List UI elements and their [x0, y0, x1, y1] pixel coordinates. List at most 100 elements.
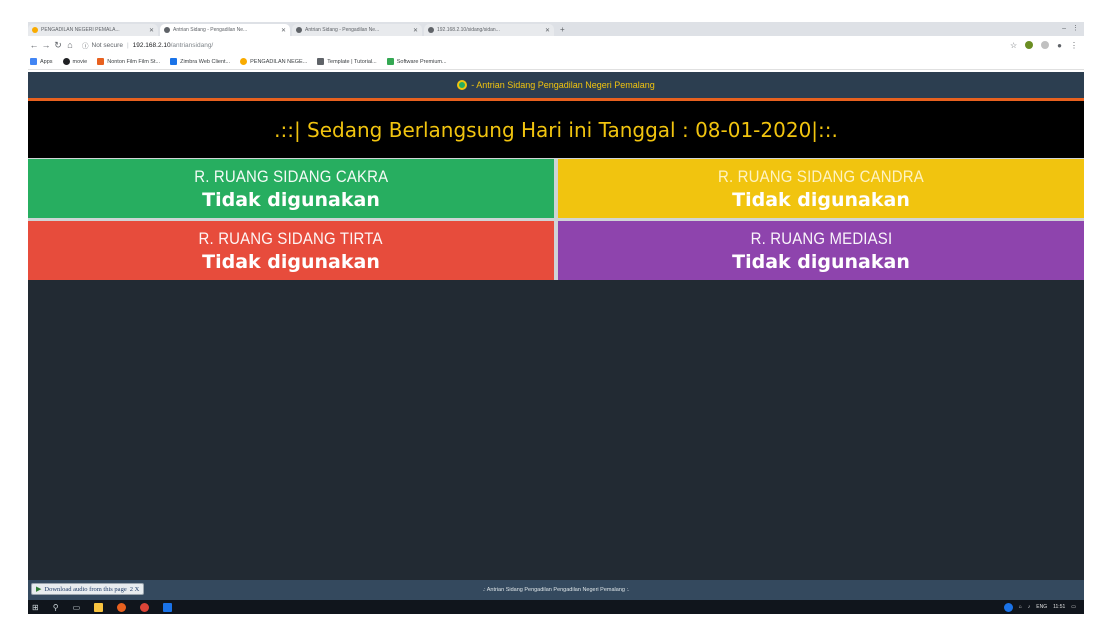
app-icon[interactable]: [163, 602, 173, 612]
volume-icon[interactable]: ♪: [1028, 604, 1031, 610]
close-tab-icon[interactable]: ✕: [281, 27, 286, 34]
date-banner: .::| Sedang Berlangsung Hari ini Tanggal…: [28, 101, 1084, 158]
menu-icon[interactable]: ⋮: [1070, 41, 1078, 50]
system-tray: ⌂ ♪ ENG 11:51 ▭: [1003, 602, 1084, 612]
bookmark-label: Apps: [40, 58, 53, 65]
bookmark-pengadilan[interactable]: PENGADILAN NEGE...: [240, 58, 307, 65]
url-path: /antriansidang/: [170, 41, 214, 49]
browser-tab-active[interactable]: Antrian Sidang - Pengadilan Ne... ✕: [160, 24, 290, 36]
minimize-icon[interactable]: –: [1062, 25, 1072, 32]
info-icon[interactable]: ⓘ: [82, 40, 89, 50]
drive-icon: [386, 58, 394, 65]
court-logo-icon: [457, 80, 468, 90]
reload-icon[interactable]: ↻: [52, 40, 64, 51]
room-status: Tidak digunakan: [202, 250, 380, 273]
url-separator: |: [126, 41, 129, 49]
bookmark-label: Template | Tutorial...: [327, 58, 377, 65]
room-status: Tidak digunakan: [732, 188, 910, 211]
bookmark-label: movie: [72, 58, 88, 65]
download-audio-button[interactable]: ▶ Download audio from this page 2 X: [31, 583, 145, 595]
bookmark-label: PENGADILAN NEGE...: [250, 58, 308, 65]
download-label: Download audio from this page: [44, 585, 127, 593]
bookmark-movie[interactable]: movie: [62, 58, 88, 65]
back-icon[interactable]: ←: [28, 40, 40, 50]
browser-tab-strip: PENGADILAN NEGERI PEMALA... ✕ Antrian Si…: [28, 22, 1084, 36]
footer-text: .: Antrian Sidang Pengadilan Pengadilan …: [482, 587, 630, 593]
toolbar-right: ☆ ● ⋮: [1010, 41, 1084, 50]
apps-icon: [30, 58, 37, 65]
security-label: Not secure: [91, 41, 123, 49]
search-icon[interactable]: ⚲: [53, 603, 59, 612]
favicon-icon: [164, 27, 170, 33]
tray-lang[interactable]: ENG: [1036, 604, 1047, 610]
bookmark-template[interactable]: Template | Tutorial...: [317, 58, 377, 65]
file-explorer-icon[interactable]: [94, 602, 104, 612]
close-tab-icon[interactable]: ✕: [545, 27, 550, 34]
bookmark-label: Software Premium...: [396, 58, 447, 65]
room-status: Tidak digunakan: [732, 250, 910, 273]
bookmark-software[interactable]: Software Premium...: [386, 58, 447, 65]
room-card-tirta: R. RUANG SIDANG TIRTA Tidak digunakan: [28, 221, 554, 280]
address-bar: ← → ↻ ⌂ ⓘ Not secure | 192.168.2.10/antr…: [28, 36, 1084, 54]
browser-tab[interactable]: Antrian Sidang - Pengadilan Ne... ✕: [292, 24, 422, 36]
tab-label: Antrian Sidang - Pengadilan Ne...: [305, 27, 380, 33]
room-name: R. RUANG SIDANG CANDRA: [718, 166, 924, 186]
favicon-icon: [428, 27, 434, 33]
header-title: - Antrian Sidang Pengadilan Negeri Pemal…: [471, 80, 655, 90]
window-controls[interactable]: –⋮: [1062, 24, 1085, 32]
more-icon[interactable]: ⋮: [1072, 25, 1085, 32]
browser-tab[interactable]: 192.168.2.10/sidang/sidan... ✕: [424, 24, 554, 36]
download-extra[interactable]: 2 X: [130, 586, 140, 593]
os-taskbar: ⊞ ⚲ ▭ ⌂ ♪ ENG 11:51 ▭: [28, 600, 1084, 614]
bookmarks-bar: Apps movie Nonton Film Film St... Zimbra…: [28, 54, 1084, 70]
tray-app-icon[interactable]: [1003, 602, 1013, 612]
room-status: Tidak digunakan: [202, 188, 380, 211]
favicon-icon: [32, 27, 38, 33]
close-tab-icon[interactable]: ✕: [149, 27, 154, 34]
room-name: R. RUANG MEDIASI: [750, 228, 892, 248]
tray-clock[interactable]: 11:51: [1053, 604, 1065, 610]
play-icon: ▶: [36, 585, 42, 593]
extension-icon[interactable]: [1025, 41, 1034, 49]
url-host: 192.168.2.10: [132, 41, 171, 49]
template-icon: [317, 58, 325, 65]
film-icon: [97, 58, 105, 65]
browser-tab[interactable]: PENGADILAN NEGERI PEMALA... ✕: [28, 24, 158, 36]
room-card-candra: R. RUANG SIDANG CANDRA Tidak digunakan: [558, 159, 1084, 218]
banner-text: .::| Sedang Berlangsung Hari ini Tanggal…: [274, 117, 838, 142]
chrome-icon[interactable]: [140, 602, 150, 612]
tab-label: Antrian Sidang - Pengadilan Ne...: [173, 27, 248, 33]
tab-label: 192.168.2.10/sidang/sidan...: [437, 27, 500, 33]
firefox-icon[interactable]: [117, 602, 127, 612]
room-name: R. RUANG SIDANG CAKRA: [193, 166, 389, 186]
zimbra-icon: [170, 58, 178, 65]
room-card-mediasi: R. RUANG MEDIASI Tidak digunakan: [558, 221, 1084, 280]
page-header: - Antrian Sidang Pengadilan Negeri Pemal…: [28, 72, 1084, 101]
close-tab-icon[interactable]: ✕: [413, 27, 418, 34]
room-name: R. RUANG SIDANG TIRTA: [198, 228, 384, 248]
forward-icon[interactable]: →: [40, 40, 52, 50]
bookmark-label: Zimbra Web Client...: [180, 58, 231, 65]
favicon-icon: [296, 27, 302, 33]
page-content: - Antrian Sidang Pengadilan Negeri Pemal…: [28, 72, 1084, 600]
page-footer: ▶ Download audio from this page 2 X .: A…: [28, 580, 1084, 600]
court-logo-icon: [240, 58, 248, 65]
globe-icon: [62, 58, 70, 65]
task-view-icon[interactable]: ▭: [73, 603, 81, 612]
bookmark-label: Nonton Film Film St...: [107, 58, 161, 65]
bookmark-apps[interactable]: Apps: [30, 58, 53, 65]
new-tab-button[interactable]: +: [560, 25, 565, 34]
tab-label: PENGADILAN NEGERI PEMALA...: [41, 27, 120, 33]
bookmark-nonton[interactable]: Nonton Film Film St...: [97, 58, 160, 65]
extension-icon[interactable]: [1041, 41, 1050, 49]
notification-icon[interactable]: ▭: [1071, 604, 1076, 610]
url-field[interactable]: ⓘ Not secure | 192.168.2.10/antriansidan…: [82, 40, 214, 51]
room-grid: R. RUANG SIDANG CAKRA Tidak digunakan R.…: [28, 158, 1084, 280]
star-icon[interactable]: ☆: [1010, 41, 1017, 50]
windows-start-icon[interactable]: ⊞: [32, 603, 39, 612]
bookmark-zimbra[interactable]: Zimbra Web Client...: [170, 58, 230, 65]
home-icon[interactable]: ⌂: [64, 40, 76, 50]
profile-icon[interactable]: ●: [1057, 41, 1062, 50]
network-icon[interactable]: ⌂: [1019, 604, 1022, 610]
room-card-cakra: R. RUANG SIDANG CAKRA Tidak digunakan: [28, 159, 554, 218]
